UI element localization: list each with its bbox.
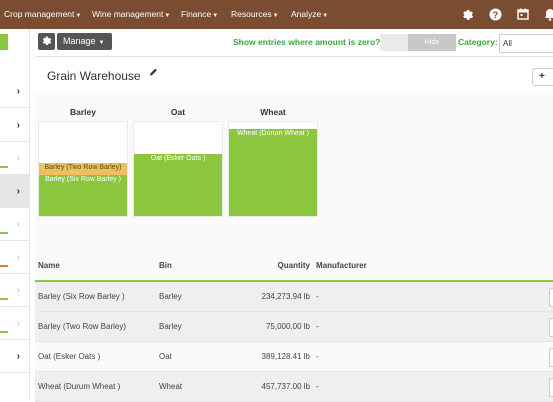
bin-barley[interactable]: Barley (Six Row Barley ) Barley (Two Row … — [38, 121, 128, 217]
bin-segment-label: Wheat (Durum Wheat ) — [237, 130, 309, 137]
main-content: Barley Oat Wheat Barley (Six Row Barley … — [35, 93, 553, 402]
pencil-icon[interactable] — [149, 67, 158, 79]
bin-fill-segment[interactable]: Barley (Six Row Barley ) — [39, 175, 127, 216]
bin-segment-label: Barley (Six Row Barley ) — [45, 176, 121, 183]
cell-quantity: 234,273.94 lb — [261, 292, 311, 301]
menu-resources[interactable]: Resources▼ — [231, 0, 279, 29]
warehouse-header: Grain Warehouse + — [35, 56, 553, 94]
chevron-right-icon: › — [16, 153, 20, 164]
zero-entries-label: Show entries where amount is zero? — [233, 37, 381, 47]
toolbar: Manage ▼ Show entries where amount is zer… — [35, 29, 553, 55]
bin-title: Oat — [170, 107, 186, 117]
bin-fill-segment[interactable]: Wheat (Durum Wheat ) — [229, 129, 317, 216]
cell-quantity: 75,000.00 lb — [265, 322, 310, 331]
cell-manufacturer: - — [316, 352, 319, 361]
table-header: Name Bin Quantity Manufacturer — [35, 253, 553, 282]
cell-bin: Barley — [159, 322, 182, 331]
add-button[interactable]: + — [532, 68, 553, 86]
cell-bin: Oat — [159, 352, 172, 361]
sidebar-item[interactable]: › — [0, 75, 29, 108]
bin-wheat[interactable]: Wheat (Durum Wheat ) — [228, 121, 318, 217]
cell-bin: Wheat — [159, 382, 183, 391]
chevron-right-icon: › — [16, 86, 20, 97]
table-row[interactable]: Barley (Two Row Barley) Barley 75,000.00… — [35, 312, 553, 342]
chevron-right-icon: › — [16, 186, 20, 197]
cell-name: Barley (Six Row Barley ) — [38, 292, 125, 301]
table-row[interactable]: Wheat (Durum Wheat ) Wheat 457,737.00 lb… — [35, 372, 553, 402]
zero-entries-toggle[interactable]: Hide — [380, 34, 456, 51]
cell-bin: Barley — [159, 292, 182, 301]
row-action-button[interactable] — [549, 348, 553, 367]
chevron-right-icon: › — [16, 351, 20, 362]
table-row[interactable]: Barley (Six Row Barley ) Barley 234,273.… — [35, 282, 553, 312]
category-select[interactable]: All — [499, 34, 553, 53]
column-manufacturer[interactable]: Manufacturer — [316, 261, 367, 270]
cell-quantity: 389,128.41 lb — [261, 352, 311, 361]
chevron-right-icon: › — [16, 285, 20, 296]
caret-down-icon: ▼ — [98, 40, 105, 46]
category-label: Category: — [458, 37, 498, 47]
bin-title: Barley — [70, 107, 96, 117]
gear-icon — [41, 35, 52, 48]
help-icon[interactable]: ? — [488, 7, 502, 21]
bin-fill-segment[interactable]: Oat (Esker Oats ) — [134, 154, 222, 216]
svg-text:?: ? — [492, 9, 498, 19]
calendar-icon[interactable] — [516, 7, 530, 21]
top-nav: Crop management▼ Wine management▼ Financ… — [0, 0, 553, 29]
row-action-button[interactable] — [549, 378, 553, 397]
cell-name: Barley (Two Row Barley) — [38, 322, 127, 331]
bin-fill-segment[interactable]: Barley (Two Row Barley) — [39, 163, 127, 175]
sidebar-item[interactable]: › — [0, 241, 29, 274]
page-title: Grain Warehouse — [47, 69, 141, 83]
column-quantity[interactable]: Quantity — [215, 261, 310, 270]
column-bin[interactable]: Bin — [159, 261, 172, 270]
menu-analyze[interactable]: Analyze▼ — [291, 0, 328, 29]
sidebar-item[interactable]: › — [0, 340, 29, 373]
sidebar-item-active[interactable]: › — [0, 175, 29, 208]
gear-icon[interactable] — [460, 7, 474, 21]
sidebar-level-bar — [0, 166, 8, 168]
manage-dropdown[interactable]: Manage ▼ — [57, 33, 112, 50]
column-name[interactable]: Name — [38, 261, 60, 270]
row-action-button[interactable] — [549, 318, 553, 337]
chevron-right-icon: › — [16, 219, 20, 230]
menu-finance[interactable]: Finance▼ — [181, 0, 218, 29]
cell-name: Wheat (Durum Wheat ) — [38, 382, 121, 391]
cell-manufacturer: - — [316, 292, 319, 301]
bell-icon[interactable] — [543, 7, 553, 21]
bin-segment-label: Barley (Two Row Barley) — [44, 164, 122, 171]
sidebar-item[interactable]: › — [0, 274, 29, 307]
sidebar: › › › › › › › › › — [0, 29, 30, 400]
chevron-right-icon: › — [16, 318, 20, 329]
sidebar-level-bar — [0, 331, 8, 333]
settings-button[interactable] — [38, 33, 55, 50]
cell-quantity: 457,737.00 lb — [261, 382, 311, 391]
sidebar-level-bar — [0, 232, 8, 234]
sidebar-level-bar — [0, 265, 8, 267]
hide-option[interactable]: Hide — [408, 34, 456, 51]
row-action-button[interactable] — [549, 288, 553, 307]
chevron-right-icon: › — [16, 120, 20, 131]
sidebar-item[interactable]: › — [0, 142, 29, 175]
sidebar-item[interactable]: › — [0, 109, 29, 142]
cell-name: Oat (Esker Oats ) — [38, 352, 101, 361]
table-row[interactable]: Oat (Esker Oats ) Oat 389,128.41 lb - — [35, 342, 553, 372]
sidebar-level-bar — [0, 298, 8, 300]
sidebar-accent — [0, 34, 8, 50]
bin-oat[interactable]: Oat (Esker Oats ) — [133, 121, 223, 217]
bin-title: Wheat — [260, 107, 286, 117]
cell-manufacturer: - — [316, 382, 319, 391]
bin-segment-label: Oat (Esker Oats ) — [150, 155, 206, 162]
menu-crop-management[interactable]: Crop management▼ — [4, 0, 81, 29]
sidebar-item[interactable]: › — [0, 307, 29, 340]
menu-wine-management[interactable]: Wine management▼ — [92, 0, 170, 29]
chevron-right-icon: › — [16, 252, 20, 263]
sidebar-item[interactable]: › — [0, 208, 29, 241]
cell-manufacturer: - — [316, 322, 319, 331]
